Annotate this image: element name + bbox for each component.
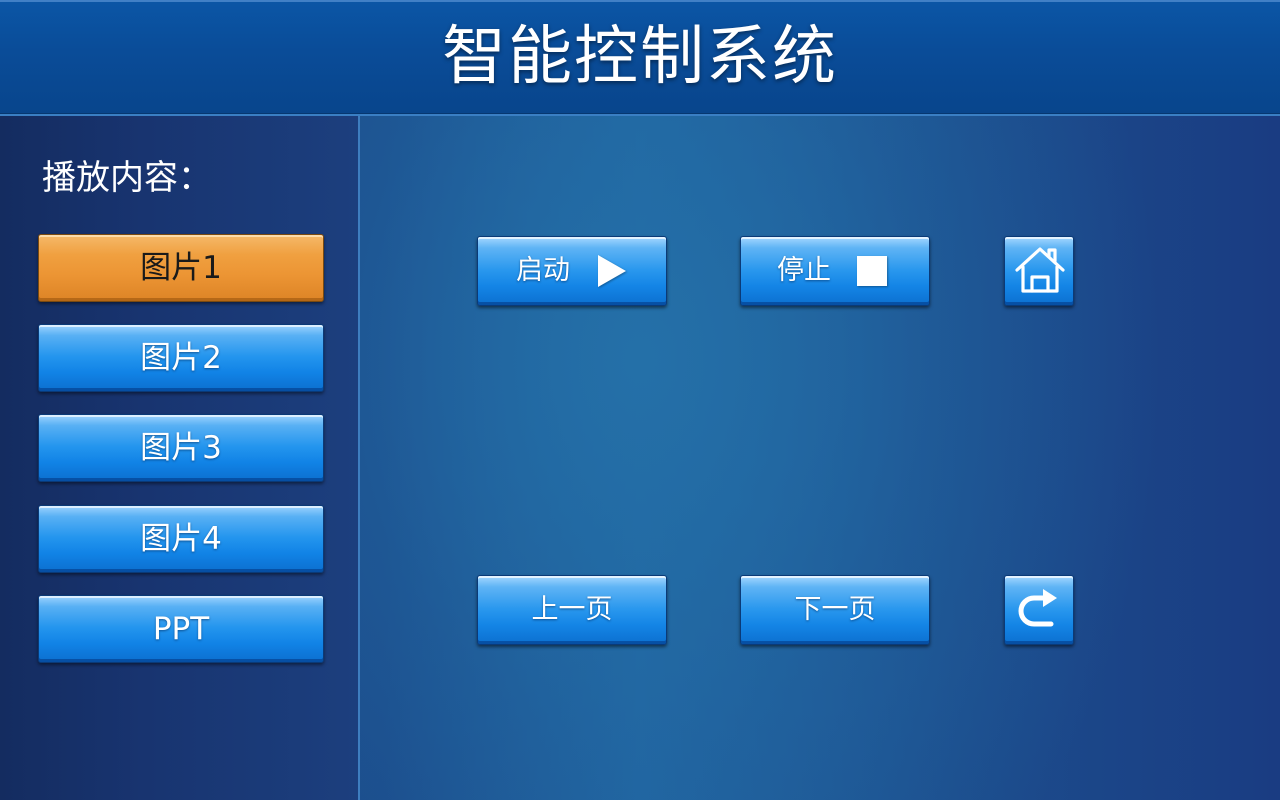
content-item-image4-button[interactable]: 图片4 (38, 505, 324, 573)
next-page-label: 下一页 (794, 594, 876, 625)
stop-icon (857, 256, 887, 286)
previous-page-label: 上一页 (531, 594, 613, 625)
previous-page-button[interactable]: 上一页 (477, 575, 667, 645)
stop-button[interactable]: 停止 (740, 236, 930, 306)
content-item-image3-button[interactable]: 图片3 (38, 414, 324, 482)
back-button[interactable] (1004, 575, 1074, 645)
stop-label: 停止 (777, 255, 831, 286)
back-arrow-icon (1018, 589, 1057, 627)
content-item-image2-button[interactable]: 图片2 (38, 324, 324, 392)
header-bar: 智能控制系统 (0, 0, 1280, 116)
start-button[interactable]: 启动 (477, 236, 667, 306)
control-screen: 智能控制系统 播放内容： 图片1 图片2 图片3 图片4 PPT 启动 停止 上… (0, 0, 1280, 800)
app-title: 智能控制系统 (442, 20, 838, 94)
playback-content-label: 播放内容： (42, 158, 212, 198)
home-icon (1015, 247, 1065, 293)
next-page-button[interactable]: 下一页 (740, 575, 930, 645)
home-button[interactable] (1004, 236, 1074, 306)
start-label: 启动 (516, 255, 570, 286)
content-item-image1-button[interactable]: 图片1 (38, 234, 324, 302)
content-item-ppt-button[interactable]: PPT (38, 595, 324, 663)
play-icon (598, 255, 626, 287)
